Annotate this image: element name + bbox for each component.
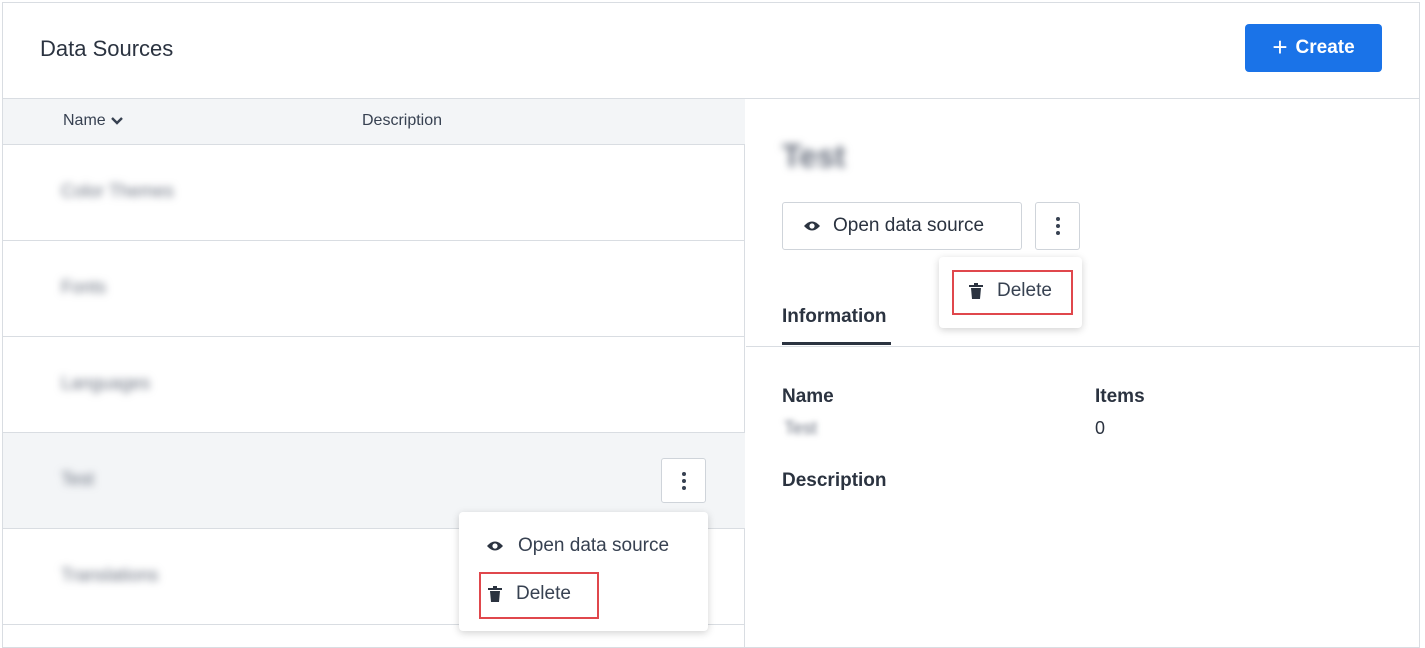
menu-item-open-data-source[interactable]: Open data source [486, 535, 669, 557]
kebab-dot-icon [681, 471, 686, 476]
tab-information[interactable]: Information [782, 306, 887, 328]
field-value-items: 0 [1095, 418, 1106, 438]
create-button[interactable]: + Create [1245, 24, 1382, 72]
list-item-name: Test [61, 469, 95, 489]
delete-highlight-box [952, 270, 1073, 315]
field-label-description: Description [782, 470, 887, 491]
plus-icon: + [1272, 32, 1288, 62]
field-label-name: Name [782, 386, 834, 407]
chevron-down-icon [110, 116, 124, 126]
eye-icon [803, 220, 821, 232]
field-value-name: Test [784, 418, 818, 438]
page-title: Data Sources [40, 36, 174, 61]
row-more-options-button[interactable] [661, 458, 706, 503]
eye-icon [486, 540, 504, 552]
list-item[interactable]: Color Themes [3, 145, 745, 241]
list-item-name: Fonts [61, 277, 107, 297]
list-item-name: Languages [61, 373, 151, 393]
kebab-dot-icon [1055, 217, 1060, 221]
column-header-name[interactable]: Name [63, 112, 124, 130]
list-header: Name Description [3, 99, 745, 145]
detail-more-options-button[interactable] [1035, 202, 1080, 250]
list-item[interactable]: Fonts [3, 241, 745, 337]
page-header: Data Sources [2, 2, 1420, 99]
field-label-items: Items [1095, 386, 1145, 407]
tab-active-indicator [782, 342, 891, 345]
column-header-description: Description [362, 112, 443, 129]
open-data-source-button[interactable]: Open data source [782, 202, 1022, 250]
tab-divider [746, 346, 1420, 347]
create-button-label: Create [1295, 37, 1355, 58]
list-item-name: Translations [61, 565, 159, 585]
delete-highlight-box [479, 572, 599, 619]
detail-title: Test [782, 138, 846, 174]
list-item-name: Color Themes [61, 181, 174, 201]
list-item[interactable]: Languages [3, 337, 745, 433]
